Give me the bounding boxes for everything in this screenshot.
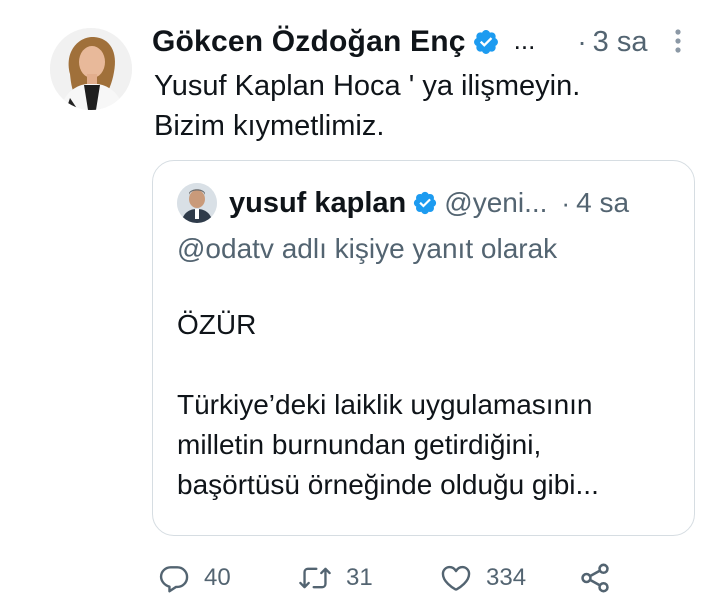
handle-truncated[interactable]: ... xyxy=(514,25,536,56)
quoted-author-avatar xyxy=(177,183,217,223)
tweet-text: Yusuf Kaplan Hoca ' ya ilişmeyin. Bizim … xyxy=(154,66,694,146)
quoted-author-name: yusuf kaplan xyxy=(229,186,407,219)
tweet-timestamp[interactable]: 3 sa xyxy=(593,26,648,59)
retweet-icon xyxy=(299,567,331,589)
more-options-icon[interactable] xyxy=(670,26,686,56)
tweet-action-bar: 40 31 334 xyxy=(158,558,678,598)
reply-context: @odatv adlı kişiye yanıt olarak xyxy=(177,233,558,264)
time-separator: · xyxy=(561,187,571,218)
quoted-tweet-card[interactable]: yusuf kaplan @yeni... · 4 sa @odatv adlı… xyxy=(152,160,695,536)
share-button[interactable] xyxy=(578,558,612,598)
quoted-text-blank-line xyxy=(177,345,677,385)
quoted-tweet-timestamp: 4 sa xyxy=(576,187,630,218)
time-separator: · xyxy=(577,26,587,57)
quoted-text-line: milletin burnundan getirdiğini, xyxy=(177,429,542,460)
quoted-tweet-header: yusuf kaplan @yeni... · 4 sa xyxy=(177,183,677,223)
tweet-text-line: Bizim kıymetlimiz. xyxy=(154,110,385,142)
verified-badge-icon xyxy=(414,191,437,215)
retweet-button[interactable]: 31 xyxy=(298,558,373,598)
share-icon xyxy=(581,563,609,593)
reply-button[interactable]: 40 xyxy=(158,558,231,598)
reply-count: 40 xyxy=(204,564,231,591)
verified-badge-icon xyxy=(473,30,498,54)
tweet-text-line: Yusuf Kaplan Hoca ' ya ilişmeyin. xyxy=(154,70,581,102)
quoted-text-line: başörtüsü örneğinde olduğu gibi... xyxy=(177,469,599,500)
author-avatar[interactable] xyxy=(50,28,132,110)
quoted-text-line: ÖZÜR xyxy=(177,309,257,340)
tweet-header: Gökcen Özdoğan Enç ... · 3 sa xyxy=(152,22,692,62)
like-count: 334 xyxy=(486,564,527,591)
reply-icon xyxy=(159,566,189,593)
quoted-author-handle: @yeni... xyxy=(444,187,548,218)
quoted-text-line: Türkiye’deki laiklik uygulamasının xyxy=(177,389,593,420)
author-name[interactable]: Gökcen Özdoğan Enç xyxy=(152,25,466,59)
like-icon xyxy=(441,565,471,591)
quoted-tweet-text: ÖZÜR Türkiye’deki laiklik uygulamasının … xyxy=(177,305,677,505)
retweet-count: 31 xyxy=(346,564,373,591)
like-button[interactable]: 334 xyxy=(440,558,526,598)
